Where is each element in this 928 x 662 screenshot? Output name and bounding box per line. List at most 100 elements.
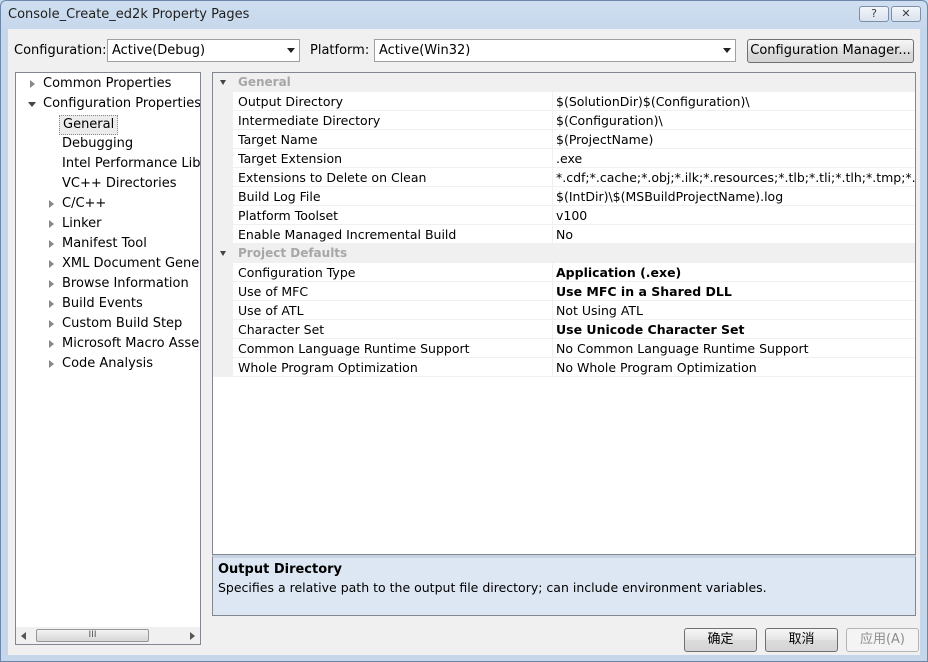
close-button[interactable]: ✕ <box>891 6 921 22</box>
row-margin <box>213 358 233 377</box>
property-row[interactable]: Enable Managed Incremental Build No <box>213 225 915 244</box>
scroll-thumb[interactable]: III <box>36 629 149 642</box>
description-text: Specifies a relative path to the output … <box>218 580 767 595</box>
property-value[interactable]: .exe <box>556 151 582 166</box>
configuration-label: Configuration: <box>14 43 107 58</box>
property-row[interactable]: Extensions to Delete on Clean *.cdf;*.cac… <box>213 168 915 187</box>
tree-item[interactable]: C/C++ <box>16 194 200 214</box>
chevron-down-icon <box>287 48 295 53</box>
row-margin <box>213 92 233 111</box>
property-value[interactable]: $(ProjectName) <box>556 132 653 147</box>
column-divider[interactable] <box>552 111 553 130</box>
collapse-arrow-icon[interactable] <box>220 251 226 256</box>
column-divider[interactable] <box>552 320 553 339</box>
title-bar[interactable]: Console_Create_ed2k Property Pages ? ✕ <box>1 1 927 29</box>
property-grid[interactable]: General Output Directory $(SolutionDir)$(C… <box>212 72 916 555</box>
scroll-right-icon[interactable] <box>190 632 195 640</box>
property-value[interactable]: Application (.exe) <box>556 265 681 280</box>
column-divider[interactable] <box>552 168 553 187</box>
column-divider[interactable] <box>552 225 553 244</box>
tree-item[interactable]: General <box>16 114 200 135</box>
column-divider[interactable] <box>552 282 553 301</box>
expand-arrow-icon[interactable] <box>49 360 54 368</box>
property-row[interactable]: Use of MFC Use MFC in a Shared DLL <box>213 282 915 301</box>
expand-arrow-icon[interactable] <box>49 260 54 268</box>
expand-arrow-icon[interactable] <box>49 240 54 248</box>
property-value[interactable]: $(IntDir)\$(MSBuildProjectName).log <box>556 189 783 204</box>
tree-item[interactable]: Configuration Properties <box>16 94 200 114</box>
expand-arrow-icon[interactable] <box>49 340 54 348</box>
property-value[interactable]: $(Configuration)\ <box>556 113 663 128</box>
configuration-manager-button[interactable]: Configuration Manager... <box>747 39 914 63</box>
property-row[interactable]: Target Name $(ProjectName) <box>213 130 915 149</box>
category-row[interactable]: General <box>213 73 915 92</box>
window-title: Console_Create_ed2k Property Pages <box>8 7 250 22</box>
cancel-button[interactable]: 取消 <box>765 628 838 652</box>
tree-item[interactable]: VC++ Directories <box>16 174 200 194</box>
expand-arrow-icon[interactable] <box>49 300 54 308</box>
tree-item[interactable]: Microsoft Macro Assem <box>16 334 200 354</box>
tree-item[interactable]: Code Analysis <box>16 354 200 374</box>
tree-item[interactable]: Manifest Tool <box>16 234 200 254</box>
collapse-arrow-icon[interactable] <box>220 80 226 85</box>
tree-item[interactable]: XML Document Generat <box>16 254 200 274</box>
column-divider[interactable] <box>552 358 553 377</box>
tree-item-label: Configuration Properties <box>43 96 201 111</box>
property-value[interactable]: Use MFC in a Shared DLL <box>556 284 732 299</box>
description-panel: Output Directory Specifies a relative pa… <box>212 555 916 616</box>
expand-arrow-icon[interactable] <box>49 320 54 328</box>
expand-arrow-icon[interactable] <box>49 280 54 288</box>
column-divider[interactable] <box>552 301 553 320</box>
tree-item[interactable]: Common Properties <box>16 74 200 94</box>
category-row[interactable]: Project Defaults <box>213 244 915 263</box>
column-divider[interactable] <box>552 187 553 206</box>
property-row[interactable]: Intermediate Directory $(Configuration)\ <box>213 111 915 130</box>
tree-item[interactable]: Custom Build Step <box>16 314 200 334</box>
expand-arrow-icon[interactable] <box>30 80 35 88</box>
column-divider[interactable] <box>552 130 553 149</box>
property-value[interactable]: v100 <box>556 208 587 223</box>
property-row[interactable]: Output Directory $(SolutionDir)$(Configur… <box>213 92 915 111</box>
property-row[interactable]: Use of ATL Not Using ATL <box>213 301 915 320</box>
property-value[interactable]: $(SolutionDir)$(Configuration)\ <box>556 94 750 109</box>
configuration-dropdown[interactable]: Active(Debug) <box>107 39 300 62</box>
column-divider[interactable] <box>552 149 553 168</box>
tree-item[interactable]: Debugging <box>16 134 200 154</box>
property-row[interactable]: Common Language Runtime Support No Common… <box>213 339 915 358</box>
property-row[interactable]: Whole Program Optimization No Whole Progr… <box>213 358 915 377</box>
help-button[interactable]: ? <box>859 6 889 22</box>
property-value[interactable]: No <box>556 227 573 242</box>
tree-item[interactable]: Browse Information <box>16 274 200 294</box>
property-value[interactable]: Not Using ATL <box>556 303 643 318</box>
expand-arrow-icon[interactable] <box>49 200 54 208</box>
dialog-client-area: Configuration: Active(Debug) Platform: A… <box>8 29 920 655</box>
property-row[interactable]: Build Log File $(IntDir)\$(MSBuildProject… <box>213 187 915 206</box>
property-value[interactable]: *.cdf;*.cache;*.obj;*.ilk;*.resources;*.… <box>556 170 915 185</box>
column-divider[interactable] <box>552 206 553 225</box>
tree-horizontal-scrollbar[interactable]: III <box>16 627 200 644</box>
property-value[interactable]: No Common Language Runtime Support <box>556 341 809 356</box>
tree-item-label: C/C++ <box>62 196 107 211</box>
property-row[interactable]: Character Set Use Unicode Character Set <box>213 320 915 339</box>
apply-button[interactable]: 应用(A) <box>846 628 919 652</box>
row-margin <box>213 149 233 168</box>
property-value[interactable]: No Whole Program Optimization <box>556 360 757 375</box>
property-row[interactable]: Target Extension .exe <box>213 149 915 168</box>
property-value[interactable]: Use Unicode Character Set <box>556 322 744 337</box>
tree-item-label: Code Analysis <box>62 356 153 371</box>
property-name: Target Extension <box>238 151 343 166</box>
expand-arrow-icon[interactable] <box>49 220 54 228</box>
platform-dropdown[interactable]: Active(Win32) <box>374 39 736 62</box>
tree-item[interactable]: Intel Performance Librar <box>16 154 200 174</box>
scroll-left-icon[interactable] <box>21 632 26 640</box>
column-divider[interactable] <box>552 263 553 282</box>
property-row[interactable]: Platform Toolset v100 <box>213 206 915 225</box>
property-tree[interactable]: Common Properties Configuration Propertie… <box>15 72 201 645</box>
tree-item[interactable]: Linker <box>16 214 200 234</box>
property-row[interactable]: Configuration Type Application (.exe) <box>213 263 915 282</box>
column-divider[interactable] <box>552 339 553 358</box>
column-divider[interactable] <box>552 92 553 111</box>
collapse-arrow-icon[interactable] <box>28 102 36 107</box>
ok-button[interactable]: 确定 <box>684 628 757 652</box>
tree-item[interactable]: Build Events <box>16 294 200 314</box>
